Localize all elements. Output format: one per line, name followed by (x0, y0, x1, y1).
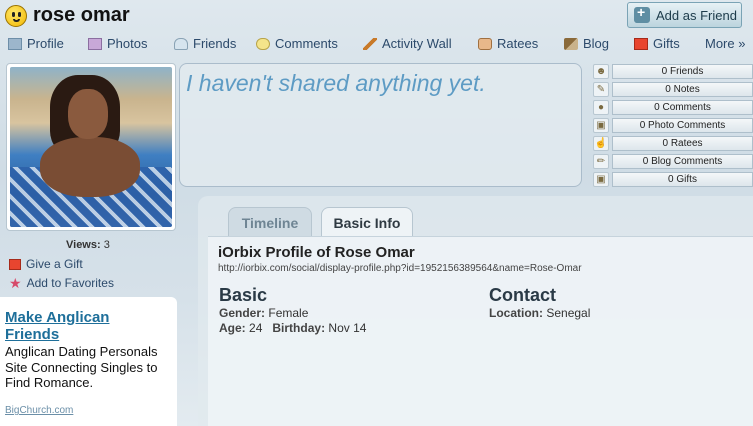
stat-label: 0 Notes (612, 82, 753, 97)
nav-label: Blog (583, 36, 610, 51)
add-friend-button[interactable]: Add as Friend (627, 2, 742, 28)
views-label: Views: (66, 239, 101, 251)
nav-label: Photos (107, 36, 148, 51)
nav-label: More » (705, 36, 746, 51)
gift-icon (634, 37, 648, 50)
ad-box: Make Anglican Friends Anglican Dating Pe… (0, 297, 177, 426)
ad-body: Anglican Dating Personals Site Connectin… (5, 344, 158, 390)
nav-item-activity-wall[interactable]: Activity Wall (363, 36, 452, 51)
nav-label: Activity Wall (382, 36, 452, 51)
nav-label: Gifts (653, 36, 680, 51)
age-value: 24 (249, 321, 263, 335)
pencil-icon: ✎ (593, 82, 609, 97)
nav-label: Profile (27, 36, 64, 51)
ad-link[interactable]: BigChurch.com (5, 405, 73, 416)
nav-item-blog[interactable]: Blog (564, 36, 609, 51)
nav-item-ratees[interactable]: Ratees (478, 36, 538, 51)
ad-title[interactable]: Make Anglican Friends (5, 309, 145, 343)
comments-icon (256, 37, 270, 50)
add-favorites-label: Add to Favorites (26, 276, 114, 290)
gender-label: Gender: (219, 306, 266, 320)
nav-item-gifts[interactable]: Gifts (634, 36, 680, 51)
profile-photo-frame (6, 63, 176, 231)
birthday-label: Birthday: (272, 321, 326, 335)
age-label: Age: (219, 321, 246, 335)
stat-label: 0 Blog Comments (612, 154, 753, 169)
stat-ratees[interactable]: ☝ 0 Ratees (591, 135, 753, 153)
pencil-icon (363, 37, 377, 50)
nav-label: Friends (193, 36, 237, 51)
photos-icon (88, 37, 102, 50)
gift-icon: ▣ (593, 172, 609, 187)
profile-username: rose omar (33, 4, 130, 26)
profile-icon (8, 37, 22, 50)
profile-title: iOrbix Profile of Rose Omar (218, 244, 415, 261)
comments-icon: ● (593, 100, 609, 115)
stat-label: 0 Photo Comments (612, 118, 753, 133)
gender-value: Female (268, 306, 309, 320)
smiley-icon (5, 5, 27, 27)
profile-nav: Profile Photos Friends Comments Activity… (0, 33, 753, 55)
nav-item-photos[interactable]: Photos (88, 36, 147, 51)
views-value: 3 (103, 239, 110, 251)
birthday-value: Nov 14 (328, 321, 367, 335)
nav-item-profile[interactable]: Profile (8, 36, 64, 51)
stat-notes[interactable]: ✎ 0 Notes (591, 81, 753, 99)
gift-icon (9, 258, 21, 270)
thumb-icon (478, 37, 492, 50)
profile-photo[interactable] (10, 67, 172, 227)
location-label: Location: (489, 306, 543, 320)
stat-comments[interactable]: ● 0 Comments (591, 99, 753, 117)
tab-basic-info[interactable]: Basic Info (321, 207, 413, 237)
basic-heading: Basic (219, 285, 268, 305)
thumb-icon: ☝ (593, 136, 609, 151)
nav-item-friends[interactable]: Friends (174, 36, 236, 51)
stat-label: 0 Friends (612, 64, 753, 79)
location-value: Senegal (546, 306, 591, 320)
add-user-icon (634, 4, 650, 23)
stat-label: 0 Ratees (612, 136, 753, 151)
blog-icon: ✏ (593, 154, 609, 169)
friends-icon: ☻ (593, 64, 609, 79)
stat-photo-comments[interactable]: ▣ 0 Photo Comments (591, 117, 753, 135)
gender-field: Gender: Female (219, 306, 308, 320)
give-gift-link[interactable]: Give a Gift (9, 257, 83, 271)
contact-heading: Contact (489, 285, 556, 305)
status-bubble: I haven't shared anything yet. (179, 63, 582, 187)
add-favorites-link[interactable]: ★ Add to Favorites (9, 276, 114, 290)
friends-icon (174, 37, 188, 50)
nav-item-more[interactable]: More » (705, 36, 745, 51)
nav-label: Comments (275, 36, 338, 51)
tab-timeline[interactable]: Timeline (228, 207, 312, 237)
photo-icon: ▣ (593, 118, 609, 133)
stat-label: 0 Gifts (612, 172, 753, 187)
nav-label: Ratees (497, 36, 539, 51)
give-gift-label: Give a Gift (26, 257, 83, 271)
nav-item-comments[interactable]: Comments (256, 36, 338, 51)
stat-blog-comments[interactable]: ✏ 0 Blog Comments (591, 153, 753, 171)
blog-icon (564, 37, 578, 50)
top-bar: rose omar Add as Friend (0, 0, 753, 32)
stat-friends[interactable]: ☻ 0 Friends (591, 63, 753, 81)
status-text: I haven't shared anything yet. (186, 70, 486, 96)
views-count: Views: 3 (66, 239, 110, 251)
stats-panel: ☻ 0 Friends ✎ 0 Notes ● 0 Comments ▣ 0 P… (591, 63, 753, 189)
stat-label: 0 Comments (612, 100, 753, 115)
profile-url: http://iorbix.com/social/display-profile… (218, 263, 582, 274)
basic-info-content: iOrbix Profile of Rose Omar http://iorbi… (208, 236, 753, 426)
add-friend-label: Add as Friend (656, 7, 737, 23)
location-field: Location: Senegal (489, 306, 590, 320)
age-birthday-field: Age: 24 Birthday: Nov 14 (219, 321, 366, 335)
stat-gifts[interactable]: ▣ 0 Gifts (591, 171, 753, 189)
star-icon: ★ (9, 275, 22, 291)
